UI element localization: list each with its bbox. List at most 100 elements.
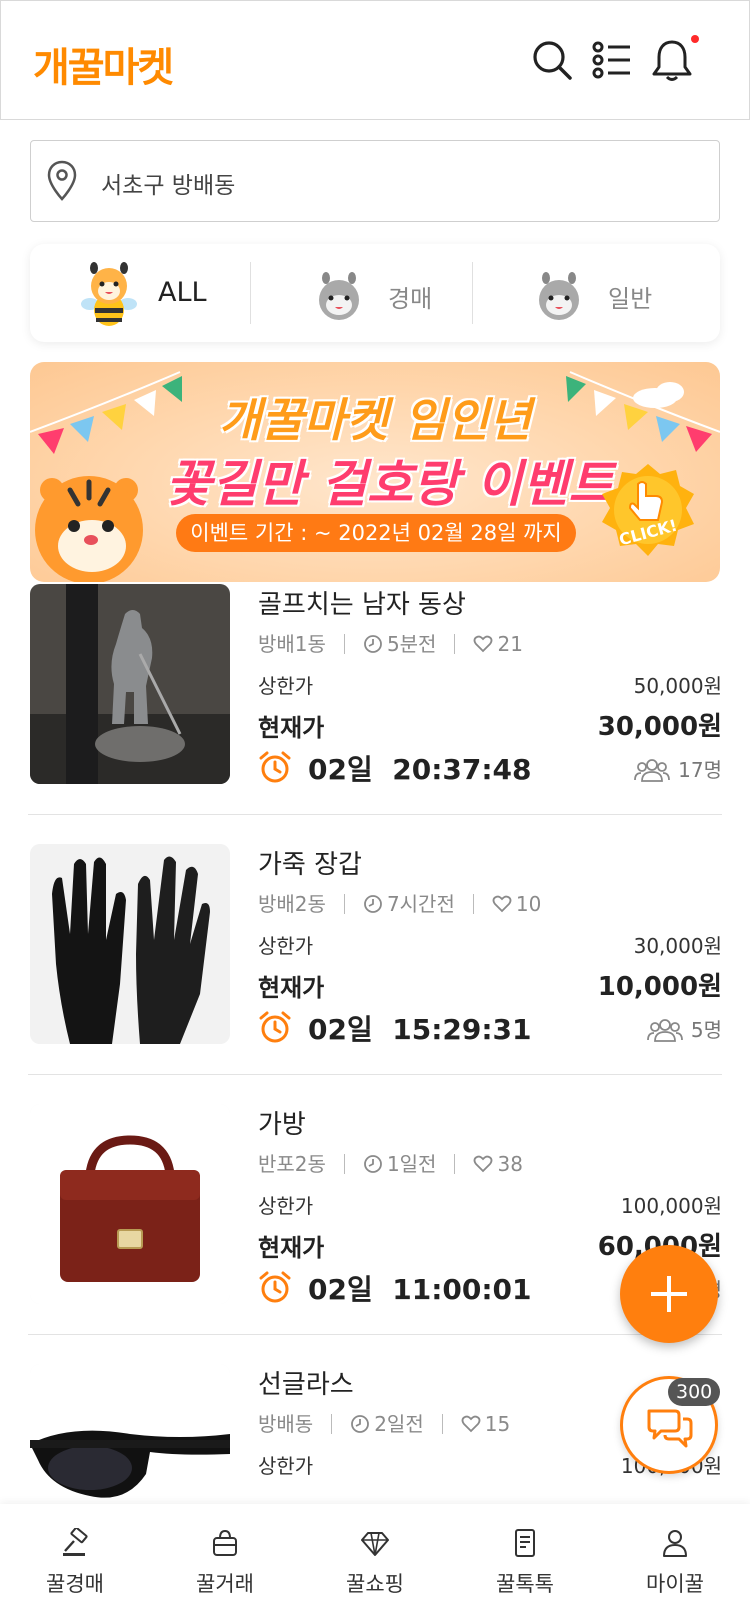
item-thumbnail[interactable] — [30, 844, 230, 1044]
item-likes: 10 — [515, 892, 542, 916]
gavel-icon — [63, 1528, 88, 1556]
timer-days: 02일 — [308, 1013, 373, 1046]
item-likes: 15 — [484, 1412, 511, 1436]
auction-timer: 02일 11:00:01 — [308, 1268, 532, 1308]
item-title[interactable]: 가죽 장갑 — [258, 844, 362, 881]
tiger-mascot-icon — [35, 476, 143, 582]
nav-trade[interactable]: 꿀거래 — [150, 1504, 300, 1624]
item-divider — [28, 1334, 722, 1335]
item-likes: 38 — [497, 1152, 523, 1176]
item-area: 방배동 — [258, 1412, 314, 1436]
bell-icon[interactable] — [649, 35, 699, 83]
item-title[interactable]: 가방 — [258, 1104, 306, 1141]
heart-icon — [474, 635, 493, 653]
upper-price-value: 30,000원 — [633, 934, 722, 958]
banner-title: 개꿀마켓 임인년 — [218, 393, 532, 447]
nav-trade-label: 꿀거래 — [196, 1572, 254, 1596]
app-logo[interactable]: 개꿀마켓 — [33, 35, 174, 93]
item-area: 방배2동 — [258, 892, 326, 916]
tab-divider — [472, 262, 473, 324]
current-price-label: 현재가 — [258, 974, 325, 1002]
upper-price-label: 상한가 — [258, 1194, 314, 1218]
category-tabs: ALL 경매 일반 — [30, 244, 720, 342]
timer-time: 11:00:01 — [392, 1273, 532, 1306]
nav-my[interactable]: 마이꿀 — [600, 1504, 750, 1624]
item-time-ago: 5분전 — [386, 632, 437, 656]
tab-divider — [250, 262, 251, 324]
item-meta: 방배동 2일전 15 — [258, 1408, 510, 1437]
current-price-label: 현재가 — [258, 714, 325, 742]
gray-mascot-icon — [539, 272, 579, 320]
clock-icon — [364, 635, 382, 653]
heart-icon — [461, 1415, 481, 1433]
tab-general-label: 일반 — [608, 285, 653, 313]
search-icon[interactable] — [529, 37, 575, 83]
banner-subtitle: 꽃길만 걸호랑 이벤트 — [165, 455, 615, 513]
diamond-icon — [361, 1532, 389, 1556]
leather-bag-image — [30, 1104, 230, 1304]
alarm-clock-icon — [259, 751, 291, 783]
bidder-count: 17명 — [634, 754, 722, 783]
app-screen: 개꿀마켓 서초구 방배동 ALL 경매 일반 개꿀마켓 임인년 꽃길만 걸호랑 … — [0, 0, 750, 1624]
current-price-value: 10,000원 — [597, 972, 722, 1002]
item-time-ago: 7시간전 — [386, 892, 455, 916]
item-thumbnail[interactable] — [30, 584, 230, 784]
auction-timer: 02일 15:29:31 — [308, 1008, 532, 1048]
people-icon — [646, 1019, 683, 1042]
bidder-count: 5명 — [646, 1014, 722, 1043]
banner-period: 이벤트 기간 : ~ 2022년 02월 28일 까지 — [176, 514, 576, 552]
nav-shopping-label: 꿀쇼핑 — [346, 1572, 404, 1596]
add-item-button[interactable] — [620, 1245, 718, 1343]
upper-price-value: 100,000원 — [620, 1194, 722, 1218]
item-area: 방배1동 — [258, 632, 326, 656]
alarm-clock-icon — [259, 1271, 291, 1303]
listing-item[interactable]: 가죽 장갑 방배2동 7시간전 10 상한가 30,000원 현재가 10,000원… — [0, 844, 750, 1104]
nav-talk-label: 꿀톡톡 — [496, 1572, 554, 1596]
document-icon — [515, 1529, 535, 1557]
upper-price-label: 상한가 — [258, 1454, 314, 1478]
user-icon — [663, 1530, 687, 1557]
leather-gloves-image — [30, 844, 230, 1044]
nav-auction[interactable]: 꿀경매 — [0, 1504, 150, 1624]
item-divider — [28, 814, 722, 815]
golf-statue-image — [30, 584, 230, 784]
item-title[interactable]: 선글라스 — [258, 1364, 354, 1401]
nav-auction-label: 꿀경매 — [46, 1572, 104, 1596]
listing-item[interactable]: 골프치는 남자 동상 방배1동 5분전 21 상한가 50,000원 현재가 30,… — [0, 584, 750, 844]
item-thumbnail[interactable] — [30, 1104, 230, 1304]
notification-dot — [691, 35, 699, 43]
chat-count-badge: 300 — [668, 1378, 721, 1406]
menu-list-icon[interactable] — [589, 37, 635, 83]
tab-general[interactable]: 일반 — [480, 244, 710, 342]
clock-icon — [364, 1155, 382, 1173]
item-time-ago: 2일전 — [374, 1412, 424, 1436]
item-meta: 방배1동 5분전 21 — [258, 628, 523, 657]
bottom-navigation: 꿀경매 꿀거래 꿀쇼핑 꿀톡톡 마이꿀 — [0, 1504, 750, 1624]
current-price-label: 현재가 — [258, 1234, 325, 1262]
tab-auction-label: 경매 — [388, 285, 433, 313]
item-meta: 반포2동 1일전 38 — [258, 1148, 523, 1177]
nav-shopping[interactable]: 꿀쇼핑 — [300, 1504, 450, 1624]
location-text: 서초구 방배동 — [101, 173, 236, 199]
upper-price-label: 상한가 — [258, 934, 314, 958]
bag-icon — [213, 1529, 237, 1556]
tab-all-label: ALL — [158, 277, 207, 308]
chat-bubbles-icon — [647, 1409, 693, 1448]
timer-days: 02일 — [308, 1273, 373, 1306]
bee-mascot-icon — [81, 262, 137, 326]
clock-icon — [351, 1415, 370, 1433]
item-divider — [28, 1074, 722, 1075]
event-banner[interactable]: 개꿀마켓 임인년 꽃길만 걸호랑 이벤트 이벤트 기간 : ~ 2022년 02… — [30, 362, 720, 582]
tab-auction[interactable]: 경매 — [260, 244, 490, 342]
heart-icon — [474, 1155, 493, 1173]
click-badge-icon[interactable]: CLICK! — [600, 462, 696, 558]
location-selector[interactable]: 서초구 방배동 — [30, 140, 720, 222]
nav-talk[interactable]: 꿀톡톡 — [450, 1504, 600, 1624]
nav-my-label: 마이꿀 — [646, 1572, 704, 1596]
timer-time: 15:29:31 — [392, 1013, 532, 1046]
item-time-ago: 1일전 — [386, 1152, 437, 1176]
tab-all[interactable]: ALL — [30, 244, 260, 342]
item-title[interactable]: 골프치는 남자 동상 — [258, 584, 466, 621]
auction-timer: 02일 20:37:48 — [308, 748, 532, 788]
alarm-clock-icon — [259, 1011, 291, 1043]
